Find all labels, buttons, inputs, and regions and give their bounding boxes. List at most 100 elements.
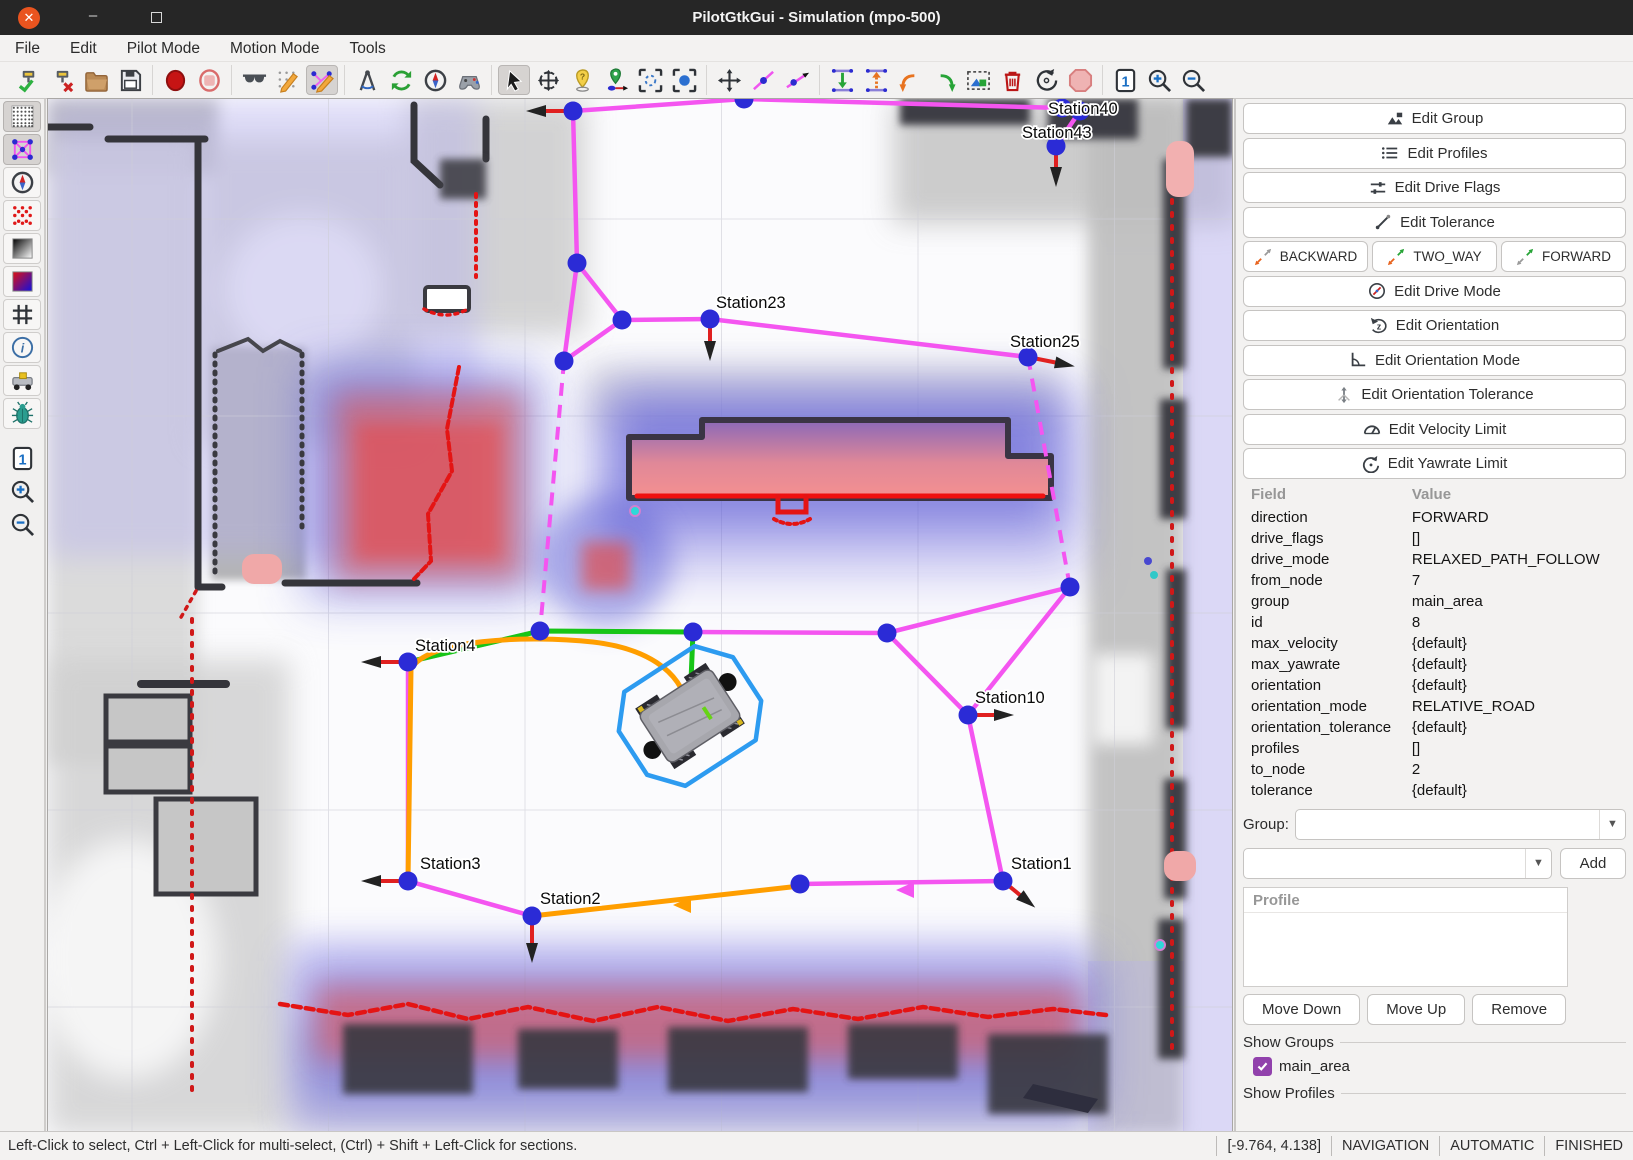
toolbar-zoom-out-button[interactable] (1177, 65, 1209, 95)
move-down-button[interactable]: Move Down (1243, 994, 1360, 1025)
forward-button[interactable]: FORWARD (1501, 241, 1626, 272)
toolbar-drafting-compass-button[interactable] (351, 65, 383, 95)
dock-hash-grid-button[interactable] (3, 299, 41, 330)
graph-node-13[interactable] (1061, 578, 1080, 597)
station-label[interactable]: Station25 (1010, 333, 1080, 351)
toolbar-zoom-in-button[interactable] (1143, 65, 1175, 95)
graph-node-12[interactable] (878, 624, 897, 643)
table-row[interactable]: max_velocity{default} (1243, 633, 1626, 654)
toolbar-trash-red-button[interactable] (996, 65, 1028, 95)
graph-edge[interactable] (573, 99, 744, 111)
station-label[interactable]: Station2 (540, 890, 601, 908)
graph-edge[interactable] (968, 715, 1003, 881)
dock-compass-button[interactable] (3, 167, 41, 198)
menu-pilot-mode[interactable]: Pilot Mode (112, 35, 215, 62)
dock-map-grid-button[interactable] (3, 101, 41, 132)
edit-drive-flags-button[interactable]: Edit Drive Flags (1243, 172, 1626, 203)
dock-page-one-button[interactable]: 1 (3, 443, 41, 474)
graph-node-11[interactable] (684, 623, 703, 642)
table-row[interactable]: drive_modeRELAXED_PATH_FOLLOW (1243, 549, 1626, 570)
graph-edge[interactable] (887, 633, 968, 715)
menu-tools[interactable]: Tools (335, 35, 401, 62)
edit-orientation-mode-button[interactable]: Edit Orientation Mode (1243, 345, 1626, 376)
station-label[interactable]: Station10 (975, 689, 1045, 707)
graph-node-5[interactable] (568, 254, 587, 273)
toolbar-save-floppy-button[interactable] (114, 65, 146, 95)
graph-edge[interactable] (887, 587, 1070, 633)
graph-node-15[interactable] (994, 872, 1013, 891)
graph-edge[interactable] (710, 319, 1028, 357)
field-value-table[interactable]: Field Value directionFORWARDdrive_flags[… (1243, 483, 1626, 801)
toolbar-compass-button[interactable] (419, 65, 451, 95)
graph-node-7[interactable] (555, 352, 574, 371)
graph-node-1[interactable] (735, 99, 754, 109)
toolbar-sunglasses-button[interactable] (238, 65, 270, 95)
station-label[interactable]: Station1 (1011, 855, 1072, 873)
table-row[interactable]: orientation{default} (1243, 675, 1626, 696)
chevron-down-icon[interactable]: ▼ (1525, 849, 1551, 878)
toolbar-cursor-button[interactable] (498, 65, 530, 95)
two-way-button[interactable]: TWO_WAY (1372, 241, 1497, 272)
table-row[interactable]: id8 (1243, 612, 1626, 633)
graph-node-16[interactable] (791, 875, 810, 894)
toolbar-edge-node-button[interactable] (747, 65, 779, 95)
toolbar-select-filled-button[interactable] (668, 65, 700, 95)
toolbar-insert-below-button[interactable] (826, 65, 858, 95)
toolbar-record-stop-button[interactable] (193, 65, 225, 95)
minimize-button[interactable]: – (86, 7, 100, 29)
graph-node-8[interactable] (701, 310, 720, 329)
toolbar-pin-target-button[interactable] (600, 65, 632, 95)
table-row[interactable]: groupmain_area (1243, 591, 1626, 612)
toolbar-record-button[interactable] (159, 65, 191, 95)
profile-list[interactable]: Profile (1243, 887, 1568, 987)
group-input[interactable] (1296, 810, 1599, 839)
maximize-button[interactable] (151, 12, 162, 23)
toolbar-stop-octagon-button[interactable] (1064, 65, 1096, 95)
menu-file[interactable]: File (0, 35, 55, 62)
menu-edit[interactable]: Edit (55, 35, 112, 62)
graph-edge[interactable] (800, 881, 1003, 884)
profile-combobox[interactable]: ▼ (1243, 848, 1552, 879)
station-label[interactable]: Station23 (716, 294, 786, 312)
toolbar-undo-orange-button[interactable] (894, 65, 926, 95)
edit-orientation-button[interactable]: zEdit Orientation (1243, 310, 1626, 341)
toolbar-insert-above-button[interactable] (860, 65, 892, 95)
toolbar-edge-node-arrow-button[interactable] (781, 65, 813, 95)
checkbox-checked[interactable] (1253, 1057, 1272, 1076)
toolbar-pin-question-button[interactable]: ? (566, 65, 598, 95)
dock-particles-button[interactable] (3, 200, 41, 231)
remove-button[interactable]: Remove (1472, 994, 1566, 1025)
close-button[interactable]: ✕ (18, 7, 40, 29)
toolbar-redo-green-button[interactable] (928, 65, 960, 95)
graph-node-0[interactable] (564, 102, 583, 121)
table-row[interactable]: drive_flags[] (1243, 528, 1626, 549)
edit-drive-mode-button[interactable]: Edit Drive Mode (1243, 276, 1626, 307)
dock-bug-button[interactable] (3, 398, 41, 429)
toolbar-move-rotate-button[interactable] (532, 65, 564, 95)
table-row[interactable]: orientation_modeRELATIVE_ROAD (1243, 696, 1626, 717)
toolbar-move-cross-button[interactable] (713, 65, 745, 95)
table-row[interactable]: tolerance{default} (1243, 780, 1626, 801)
graph-node-17[interactable] (523, 907, 542, 926)
toolbar-refresh-green-button[interactable] (385, 65, 417, 95)
graph-edge[interactable] (693, 632, 887, 633)
edit-yawrate-limit-button[interactable]: Edit Yawrate Limit (1243, 448, 1626, 479)
graph-node-14[interactable] (959, 706, 978, 725)
dock-gradient-rb-button[interactable] (3, 266, 41, 297)
show-group-item[interactable]: main_area (1253, 1057, 1626, 1076)
toolbar-edit-map-pencil-button[interactable] (272, 65, 304, 95)
station-label[interactable]: Station43 (1022, 124, 1092, 142)
dock-gradient-bw-button[interactable] (3, 233, 41, 264)
toolbar-image-paste-button[interactable] (962, 65, 994, 95)
graph-node-10[interactable] (531, 622, 550, 641)
table-row[interactable]: to_node2 (1243, 759, 1626, 780)
dock-zoom-in-button[interactable] (3, 476, 41, 507)
map-canvas[interactable]: Station40Station43Station23Station25Stat… (48, 99, 1232, 1131)
table-row[interactable]: orientation_tolerance{default} (1243, 717, 1626, 738)
toolbar-select-dashed-button[interactable] (634, 65, 666, 95)
toolbar-gamepad-button[interactable] (453, 65, 485, 95)
table-row[interactable]: profiles[] (1243, 738, 1626, 759)
edit-group-button[interactable]: Edit Group (1243, 103, 1626, 134)
graph-node-19[interactable] (399, 653, 418, 672)
station-label[interactable]: Station3 (420, 855, 481, 873)
